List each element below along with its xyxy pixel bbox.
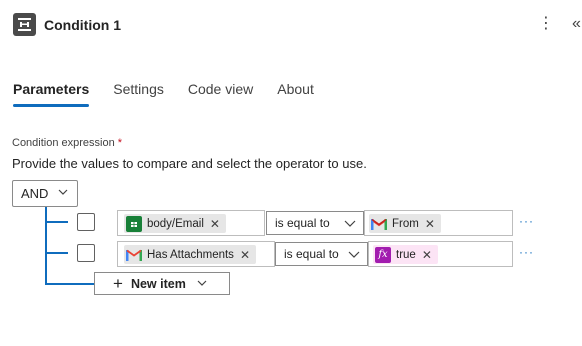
condition-expression-label: Condition expression * — [12, 137, 122, 149]
tab-bar: Parameters Settings Code view About — [13, 81, 338, 107]
more-options-button[interactable]: ⋮ — [538, 13, 554, 35]
group-operator-dropdown[interactable]: AND — [12, 180, 78, 207]
panel-title: Condition 1 — [44, 17, 121, 33]
chevron-down-icon — [57, 186, 69, 201]
token-label: From — [392, 217, 419, 230]
tab-code-view[interactable]: Code view — [188, 81, 253, 105]
gmail-icon — [126, 247, 142, 263]
right-operand-field[interactable]: From ✕ — [364, 210, 513, 236]
new-item-label: New item — [130, 276, 186, 291]
operator-value: is equal to — [275, 216, 330, 230]
operator-dropdown[interactable]: is equal to — [266, 211, 364, 235]
token-label: Has Attachments — [147, 248, 234, 261]
condition-icon — [13, 13, 36, 36]
close-icon[interactable]: ✕ — [240, 248, 250, 262]
right-operand-token: fx true ✕ — [373, 245, 438, 264]
row-more-button[interactable]: ··· — [519, 245, 534, 259]
group-operator-value: AND — [21, 186, 49, 201]
close-icon[interactable]: ✕ — [422, 248, 432, 262]
row-checkbox[interactable] — [77, 213, 95, 231]
tree-connector — [45, 283, 94, 285]
row-checkbox[interactable] — [77, 244, 95, 262]
new-item-button[interactable]: + New item — [94, 272, 230, 295]
collapse-panel-button[interactable]: « — [572, 13, 582, 35]
tab-about[interactable]: About — [277, 81, 314, 105]
left-operand-field[interactable]: body/Email ✕ — [117, 210, 265, 236]
right-operand-field[interactable]: fx true ✕ — [368, 241, 513, 267]
chevron-down-icon — [347, 248, 361, 263]
right-operand-token: From ✕ — [369, 214, 441, 233]
tree-connector — [45, 252, 68, 254]
gmail-icon — [371, 216, 387, 232]
left-operand-token: body/Email ✕ — [124, 214, 226, 233]
token-label: body/Email — [147, 217, 204, 230]
chevron-down-icon — [196, 277, 208, 291]
expression-icon: fx — [375, 246, 391, 263]
close-icon[interactable]: ✕ — [210, 217, 220, 231]
close-icon[interactable]: ✕ — [425, 217, 435, 231]
tree-connector — [45, 207, 47, 285]
condition-expression-label-text: Condition expression — [12, 137, 115, 149]
required-mark: * — [117, 137, 123, 149]
left-operand-token: Has Attachments ✕ — [124, 245, 256, 264]
condition-description: Provide the values to compare and select… — [12, 156, 367, 171]
operator-value: is equal to — [284, 247, 339, 261]
plus-icon: + — [113, 274, 123, 293]
sheets-icon — [126, 215, 142, 232]
row-more-button[interactable]: ··· — [519, 214, 534, 228]
operator-dropdown[interactable]: is equal to — [275, 242, 368, 266]
tab-settings[interactable]: Settings — [113, 81, 164, 105]
tab-parameters[interactable]: Parameters — [13, 81, 90, 107]
tree-connector — [45, 221, 68, 223]
left-operand-field[interactable]: Has Attachments ✕ — [117, 241, 275, 267]
token-label: true — [396, 248, 416, 261]
chevron-down-icon — [343, 217, 357, 232]
